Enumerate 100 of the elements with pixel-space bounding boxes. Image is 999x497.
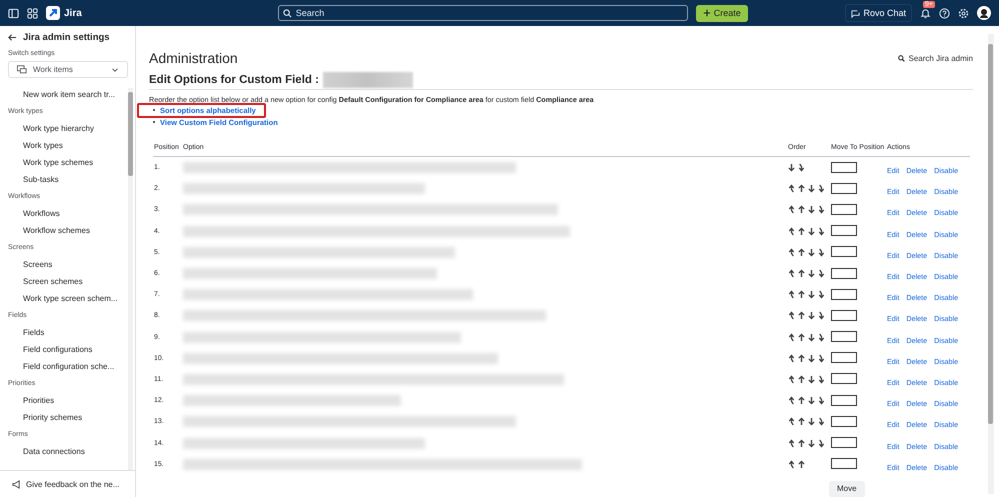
move-top-icon[interactable] bbox=[788, 396, 795, 406]
sidebar-item[interactable]: Sub-tasks bbox=[8, 171, 128, 188]
work-items-dropdown[interactable]: Work items bbox=[8, 61, 128, 78]
move-position-field[interactable] bbox=[831, 225, 857, 236]
move-bottom-icon[interactable] bbox=[818, 417, 825, 426]
move-top-icon[interactable] bbox=[788, 460, 795, 469]
move-bottom-icon[interactable] bbox=[818, 332, 825, 342]
move-bottom-icon[interactable] bbox=[818, 184, 825, 194]
sidebar-item[interactable]: Field configurations bbox=[8, 341, 128, 358]
settings-icon[interactable] bbox=[958, 8, 969, 18]
avatar-icon[interactable] bbox=[977, 6, 991, 20]
move-bottom-icon[interactable] bbox=[798, 163, 805, 172]
arrow-down-icon[interactable] bbox=[808, 332, 815, 342]
move-position-field[interactable] bbox=[831, 310, 857, 321]
move-position-field[interactable] bbox=[831, 331, 857, 342]
create-button[interactable]: Create bbox=[696, 4, 748, 22]
move-bottom-icon[interactable] bbox=[818, 396, 825, 406]
move-bottom-icon[interactable] bbox=[818, 438, 825, 448]
move-top-icon[interactable] bbox=[788, 184, 795, 194]
move-position-field[interactable] bbox=[831, 182, 857, 194]
arrow-down-icon[interactable] bbox=[808, 417, 815, 426]
move-top-icon[interactable] bbox=[788, 311, 795, 320]
move-position-field[interactable] bbox=[831, 373, 857, 384]
move-top-icon[interactable] bbox=[788, 290, 795, 300]
sidebar-scrollbar[interactable] bbox=[128, 88, 133, 470]
help-icon[interactable] bbox=[939, 8, 950, 18]
move-position-field[interactable] bbox=[831, 268, 857, 279]
move-top-icon[interactable] bbox=[788, 205, 795, 214]
move-position-field[interactable] bbox=[831, 437, 857, 448]
move-bottom-icon[interactable] bbox=[818, 290, 825, 300]
arrow-up-icon[interactable] bbox=[798, 311, 805, 320]
move-top-icon[interactable] bbox=[788, 374, 795, 384]
move-top-icon[interactable] bbox=[788, 332, 795, 342]
rovo-chat-button[interactable]: Rovo Chat bbox=[845, 4, 912, 22]
move-bottom-icon[interactable] bbox=[818, 205, 825, 214]
sidebar-item[interactable]: Work type hierarchy bbox=[8, 120, 128, 137]
arrow-up-icon[interactable] bbox=[798, 184, 805, 194]
arrow-up-icon[interactable] bbox=[798, 417, 805, 426]
sidebar-item[interactable]: Screen schemes bbox=[8, 273, 128, 290]
sidebar-item[interactable]: Priority schemes bbox=[8, 409, 128, 426]
arrow-down-icon[interactable] bbox=[808, 248, 815, 257]
arrow-down-icon[interactable] bbox=[808, 205, 815, 214]
move-position-field[interactable] bbox=[831, 416, 857, 427]
back-arrow-icon[interactable] bbox=[8, 33, 17, 42]
move-top-icon[interactable] bbox=[788, 438, 795, 448]
move-bottom-icon[interactable] bbox=[818, 311, 825, 320]
move-top-icon[interactable] bbox=[788, 354, 795, 363]
arrow-down-icon[interactable] bbox=[808, 226, 815, 236]
move-position-field[interactable] bbox=[831, 288, 857, 300]
arrow-up-icon[interactable] bbox=[798, 269, 805, 278]
arrow-up-icon[interactable] bbox=[798, 396, 805, 406]
arrow-down-icon[interactable] bbox=[808, 269, 815, 278]
feedback-link[interactable]: Give feedback on the ne... bbox=[0, 470, 135, 497]
arrow-up-icon[interactable] bbox=[798, 290, 805, 300]
move-bottom-icon[interactable] bbox=[818, 226, 825, 236]
arrow-down-icon[interactable] bbox=[808, 184, 815, 194]
move-button[interactable]: Move bbox=[829, 480, 865, 497]
sidebar-item[interactable]: New work item search tr... bbox=[8, 86, 128, 103]
arrow-down-icon[interactable] bbox=[808, 290, 815, 300]
move-position-field[interactable] bbox=[831, 204, 857, 215]
arrow-up-icon[interactable] bbox=[798, 374, 805, 384]
move-top-icon[interactable] bbox=[788, 269, 795, 278]
search-jira-admin-link[interactable]: Search Jira admin bbox=[898, 54, 973, 62]
sidebar-item[interactable]: Fields bbox=[8, 324, 128, 341]
move-position-field[interactable] bbox=[831, 458, 857, 470]
search-field[interactable]: Search bbox=[278, 5, 688, 21]
app-switcher-icon[interactable] bbox=[27, 8, 38, 18]
sidebar-item[interactable]: Screens bbox=[8, 256, 128, 273]
sidebar-item[interactable]: Data connections bbox=[8, 443, 128, 460]
arrow-up-icon[interactable] bbox=[798, 226, 805, 236]
arrow-down-icon[interactable] bbox=[808, 354, 815, 363]
move-bottom-icon[interactable] bbox=[818, 248, 825, 257]
move-position-field[interactable] bbox=[831, 162, 857, 173]
sidebar-toggle-icon[interactable] bbox=[8, 8, 19, 18]
move-bottom-icon[interactable] bbox=[818, 354, 825, 363]
move-top-icon[interactable] bbox=[788, 248, 795, 257]
jira-logo-icon[interactable] bbox=[46, 6, 60, 20]
move-position-field[interactable] bbox=[831, 394, 857, 406]
notification-icon[interactable] bbox=[920, 8, 931, 18]
sidebar-item[interactable]: Workflows bbox=[8, 205, 128, 222]
arrow-down-icon[interactable] bbox=[808, 311, 815, 320]
arrow-down-icon[interactable] bbox=[808, 396, 815, 406]
arrow-up-icon[interactable] bbox=[798, 438, 805, 448]
arrow-down-icon[interactable] bbox=[788, 163, 795, 172]
sidebar-item[interactable]: Workflow schemes bbox=[8, 222, 128, 239]
move-position-field[interactable] bbox=[831, 352, 857, 364]
move-top-icon[interactable] bbox=[788, 417, 795, 426]
sidebar-item[interactable]: Priorities bbox=[8, 392, 128, 409]
move-top-icon[interactable] bbox=[788, 226, 795, 236]
arrow-up-icon[interactable] bbox=[798, 332, 805, 342]
arrow-up-icon[interactable] bbox=[798, 460, 805, 469]
arrow-up-icon[interactable] bbox=[798, 354, 805, 363]
move-bottom-icon[interactable] bbox=[818, 374, 825, 384]
sidebar-item[interactable]: Work type screen schem... bbox=[8, 290, 128, 307]
sidebar-item[interactable]: Work type schemes bbox=[8, 154, 128, 171]
arrow-up-icon[interactable] bbox=[798, 248, 805, 257]
arrow-down-icon[interactable] bbox=[808, 374, 815, 384]
sidebar-item[interactable]: Work types bbox=[8, 137, 128, 154]
arrow-up-icon[interactable] bbox=[798, 205, 805, 214]
move-position-field[interactable] bbox=[831, 246, 857, 258]
